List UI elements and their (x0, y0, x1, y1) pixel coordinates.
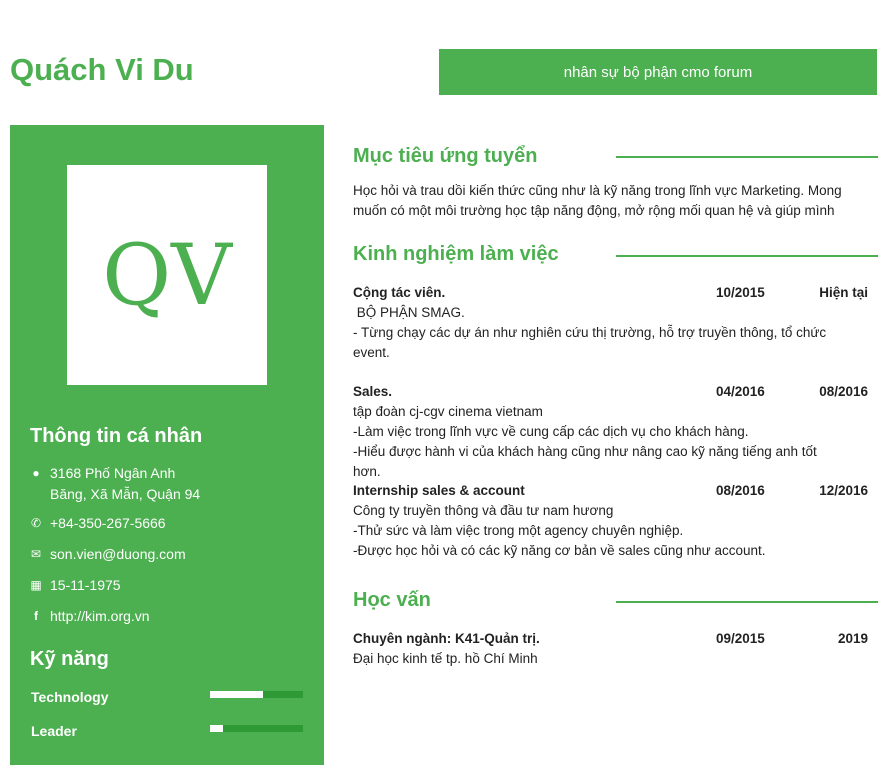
entry-line: -Thử sức và làm việc trong một agency ch… (353, 523, 684, 538)
envelope-icon: ✉ (30, 547, 42, 561)
email-text: son.vien@duong.com (50, 546, 186, 562)
birthday: ▦ 15-11-1975 (30, 575, 121, 596)
skill-name: Leader (31, 723, 77, 739)
entry: Internship sales & account 08/2016 12/2016… (353, 481, 868, 561)
entry-header: Sales. 04/2016 08/2016 (353, 382, 868, 402)
entry-title: Sales. (353, 384, 393, 399)
entry-header: Chuyên ngành: K41-Quản trị. 09/2015 2019 (353, 629, 868, 649)
entry-end: Hiện tại (819, 285, 868, 300)
birthday-text: 15-11-1975 (50, 577, 121, 593)
entry-line: BỘ PHẬN SMAG. (353, 305, 465, 320)
entry: Chuyên ngành: K41-Quản trị. 09/2015 2019 Đạ… (353, 629, 868, 669)
sidebar: QV Thông tin cá nhân ● 3168 Phố Ngân Anh B… (10, 125, 324, 765)
entry-line: Đại học kinh tế tp. hồ Chí Minh (353, 651, 538, 666)
skill-bar-fill (210, 725, 224, 732)
experience-heading: Kinh nghiệm làm việc (353, 243, 559, 265)
entry-header: Cộng tác viên. 10/2015 Hiện tại (353, 283, 868, 303)
entry-start: 09/2015 (716, 631, 765, 646)
entry-title: Internship sales & account (353, 483, 525, 498)
skill-bar (210, 725, 303, 732)
map-marker-icon: ● (32, 466, 40, 480)
divider (616, 156, 878, 158)
address-line: 3168 Phố Ngân Anh (50, 465, 176, 481)
entry-start: 08/2016 (716, 483, 765, 498)
skills-heading: Kỹ năng (30, 648, 109, 670)
facebook-icon: f (34, 609, 38, 623)
entry-line: -Làm việc trong lĩnh vực về cung cấp các… (353, 424, 749, 439)
objective-heading: Mục tiêu ứng tuyển (353, 145, 538, 167)
entry-start: 10/2015 (716, 285, 765, 300)
entry-end: 12/2016 (819, 483, 868, 498)
skill-name: Technology (31, 689, 109, 705)
candidate-name: Quách Vi Du (10, 52, 194, 87)
entry-line: -Hiểu được hành vi của khách hàng cũng n… (353, 444, 821, 479)
phone: ✆ +84-350-267-5666 (30, 513, 166, 534)
entry-end: 2019 (837, 631, 868, 646)
website: f http://kim.org.vn (30, 606, 150, 627)
entry-title: Chuyên ngành: K41-Quản trị. (353, 631, 540, 646)
avatar: QV (67, 165, 267, 385)
skill-bar-fill (210, 691, 263, 698)
entry-start: 04/2016 (716, 384, 765, 399)
personal-info-heading: Thông tin cá nhân (30, 425, 203, 447)
address: ● 3168 Phố Ngân Anh Băng, Xã Mẫn, Quận 94 (30, 463, 200, 505)
email: ✉ son.vien@duong.com (30, 544, 186, 565)
objective-text: Học hỏi và trau dồi kiến thức cũng như l… (353, 183, 842, 218)
position-banner: nhân sự bộ phận cmo forum (439, 49, 877, 95)
website-text: http://kim.org.vn (50, 608, 150, 624)
entry-title: Cộng tác viên. (353, 285, 446, 300)
entry: Sales. 04/2016 08/2016 tập đoàn cj-cgv cine… (353, 382, 868, 482)
divider (616, 601, 878, 603)
address-line: Băng, Xã Mẫn, Quận 94 (50, 486, 201, 502)
phone-icon: ✆ (30, 516, 42, 530)
entry: Cộng tác viên. 10/2015 Hiện tại BỘ PHẬN SM… (353, 283, 868, 363)
entry-line: - Từng chạy các dự án như nghiên cứu thị… (353, 325, 830, 360)
entry-line: Công ty truyền thông và đầu tư nam hương (353, 503, 614, 518)
divider (616, 255, 878, 257)
entry-line: tập đoàn cj-cgv cinema vietnam (353, 404, 543, 419)
entry-header: Internship sales & account 08/2016 12/2016 (353, 481, 868, 501)
education-heading: Học vấn (353, 589, 431, 611)
calendar-icon: ▦ (30, 578, 42, 592)
skill-bar (210, 691, 303, 698)
phone-text: +84-350-267-5666 (50, 515, 166, 531)
entry-end: 08/2016 (819, 384, 868, 399)
entry-line: -Được học hỏi và có các kỹ năng cơ bản v… (353, 543, 766, 558)
